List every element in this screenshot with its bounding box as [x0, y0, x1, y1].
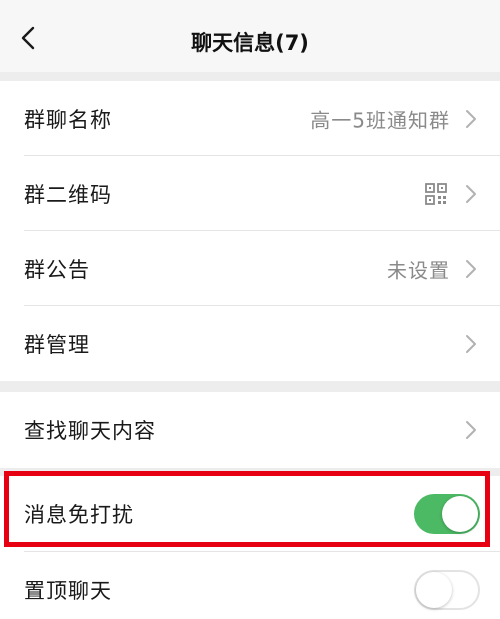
mute-label: 消息免打扰: [24, 503, 134, 527]
qr-code-icon: [425, 182, 447, 205]
group-name-label: 群聊名称: [24, 107, 112, 132]
chevron-right-icon: [466, 334, 476, 353]
toggle-knob: [416, 572, 452, 608]
toggle-knob: [442, 496, 478, 532]
pin-label: 置顶聊天: [24, 579, 112, 603]
page-title: 聊天信息(7): [191, 31, 309, 55]
mute-toggle[interactable]: [414, 494, 480, 534]
group-announcement-row[interactable]: 群公告 未设置: [0, 231, 500, 306]
search-chat-label: 查找聊天内容: [24, 419, 156, 443]
mute-row: 消息免打扰: [0, 476, 500, 552]
group-qrcode-row[interactable]: 群二维码: [0, 156, 500, 231]
pin-toggle[interactable]: [414, 570, 480, 610]
nav-bar: 聊天信息(7): [0, 0, 500, 72]
search-chat-row[interactable]: 查找聊天内容: [0, 392, 500, 468]
chat-info-screen: 聊天信息(7) 群聊名称 高一5班通知群 群二维码 群公告 未设置 群管理 查找…: [0, 0, 500, 619]
chat-settings-section: 查找聊天内容: [0, 392, 500, 468]
chevron-right-icon: [466, 421, 476, 439]
chevron-right-icon: [466, 109, 476, 128]
chevron-right-icon: [466, 259, 476, 278]
notification-settings-section: 消息免打扰 置顶聊天: [0, 476, 500, 619]
group-name-value: 高一5班通知群: [310, 108, 450, 132]
group-info-section: 群聊名称 高一5班通知群 群二维码 群公告 未设置 群管理: [0, 81, 500, 381]
pin-row: 置顶聊天: [0, 552, 500, 619]
group-name-row[interactable]: 群聊名称 高一5班通知群: [0, 81, 500, 156]
group-manage-row[interactable]: 群管理: [0, 306, 500, 381]
group-manage-label: 群管理: [24, 332, 90, 357]
group-qrcode-label: 群二维码: [24, 182, 112, 207]
group-announcement-value: 未设置: [387, 258, 450, 282]
chevron-right-icon: [466, 184, 476, 203]
group-announcement-label: 群公告: [24, 257, 90, 282]
